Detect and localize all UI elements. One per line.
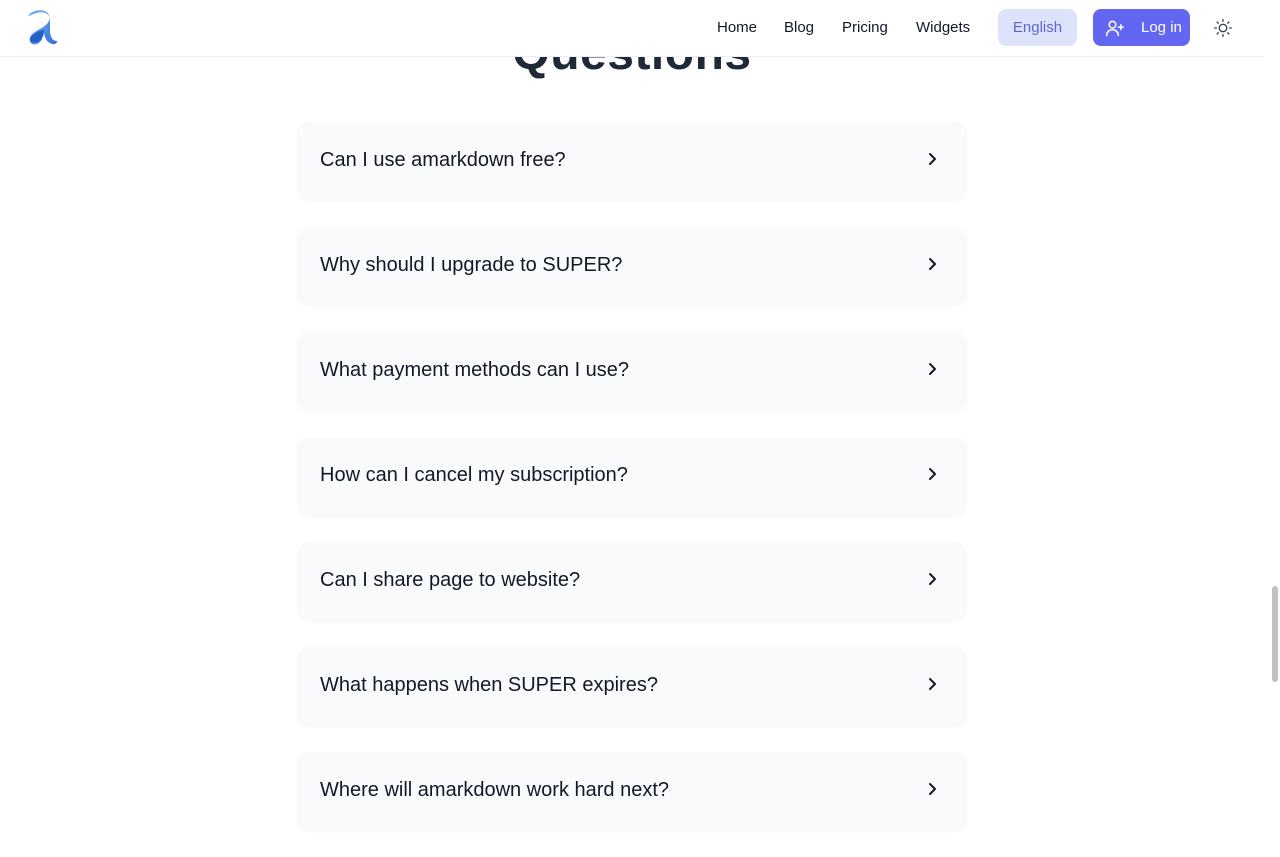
faq-item[interactable]: Where will amarkdown work hard next? — [297, 752, 967, 831]
chevron-right-icon — [925, 781, 939, 797]
page-scrollbar[interactable] — [1264, 0, 1280, 800]
faq-item[interactable]: What happens when SUPER expires? — [297, 647, 967, 726]
scrollbar-thumb[interactable] — [1272, 586, 1278, 682]
chevron-right-icon — [925, 571, 939, 587]
faq-question: What happens when SUPER expires? — [320, 674, 658, 696]
faq-question: Where will amarkdown work hard next? — [320, 779, 670, 801]
faq-item[interactable]: How can I cancel my subscription? — [297, 437, 967, 516]
nav-widgets[interactable]: Widgets — [916, 19, 970, 36]
user-plus-icon — [1105, 18, 1125, 38]
chevron-right-icon — [925, 256, 939, 272]
faq-item[interactable]: Can I use amarkdown free? — [297, 122, 967, 201]
nav-home[interactable]: Home — [717, 19, 757, 36]
faq-list: Can I use amarkdown free? Why should I u… — [297, 122, 967, 857]
amarkdown-logo-icon[interactable] — [22, 8, 58, 46]
site-header: Home Blog Pricing Widgets English Log in — [0, 0, 1264, 57]
login-button[interactable]: Log in — [1093, 9, 1190, 46]
faq-question: Can I use amarkdown free? — [320, 149, 566, 171]
theme-toggle-sun-icon[interactable] — [1212, 17, 1234, 39]
nav-pricing[interactable]: Pricing — [842, 19, 888, 36]
faq-question: Can I share page to website? — [320, 569, 581, 591]
nav-blog[interactable]: Blog — [784, 19, 814, 36]
faq-item[interactable]: Why should I upgrade to SUPER? — [297, 227, 967, 306]
faq-question: Why should I upgrade to SUPER? — [320, 254, 623, 276]
login-label: Log in — [1141, 19, 1182, 36]
faq-question: How can I cancel my subscription? — [320, 464, 628, 486]
language-button[interactable]: English — [998, 9, 1077, 46]
faq-item[interactable]: What payment methods can I use? — [297, 332, 967, 411]
faq-question: What payment methods can I use? — [320, 359, 630, 381]
chevron-right-icon — [925, 361, 939, 377]
faq-item[interactable]: Can I share page to website? — [297, 542, 967, 621]
chevron-right-icon — [925, 151, 939, 167]
chevron-right-icon — [925, 466, 939, 482]
chevron-right-icon — [925, 676, 939, 692]
language-label: English — [1012, 19, 1063, 36]
